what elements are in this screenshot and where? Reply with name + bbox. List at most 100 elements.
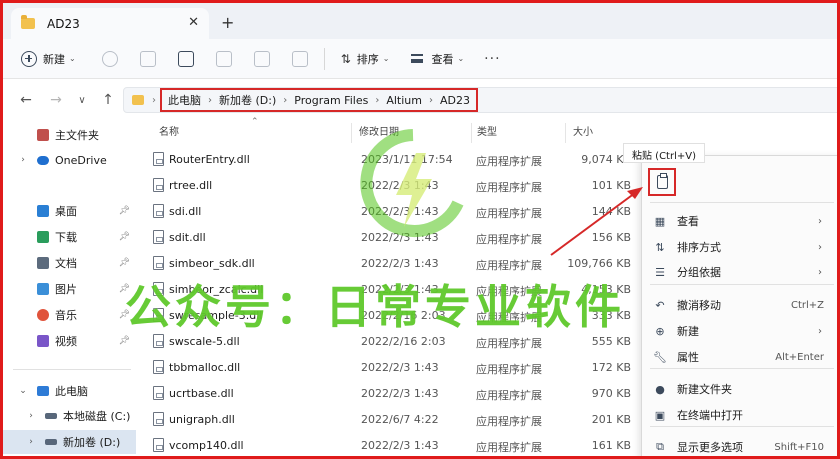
pin-icon[interactable]: 📌︎ — [119, 206, 130, 216]
chevron-down-icon: ⌄ — [69, 54, 76, 63]
copy-icon[interactable] — [139, 50, 156, 67]
forward-button[interactable]: → — [45, 92, 67, 108]
breadcrumb-item[interactable]: Program Files — [294, 94, 368, 107]
breadcrumb-item[interactable]: Altium — [386, 94, 422, 107]
menu-item-label: 属性 — [677, 351, 699, 364]
pin-icon[interactable]: 📌︎ — [119, 258, 130, 268]
computer-icon — [37, 386, 49, 396]
chevron-right-icon[interactable]: › — [208, 95, 212, 106]
file-type: 应用程序扩展 — [476, 207, 542, 220]
navigation-row: ← → ∨ ↑ › 此电脑 › 新加卷 (D:) › Program Files… — [3, 83, 837, 117]
table-row[interactable]: vcomp140.dll 2022/2/3 1:43 应用程序扩展 161 KB — [143, 433, 637, 456]
sidebar-item-label: 音乐 — [55, 309, 77, 322]
file-modified: 2022/6/7 4:22 — [361, 413, 439, 426]
breadcrumb-item[interactable]: AD23 — [440, 94, 470, 107]
file-size: 109,766 KB — [567, 257, 631, 270]
sidebar-item-onedrive[interactable]: › OneDrive — [3, 148, 136, 172]
back-button[interactable]: ← — [15, 92, 37, 108]
chevron-right-icon[interactable]: › — [23, 437, 39, 447]
tab-ad23[interactable]: AD23 ✕ — [11, 8, 209, 39]
window-frame: AD23 ✕ + 新建 ⌄ ⇅ 排序 ⌄ 查看 ⌄ ··· ← → ∨ ↑ › … — [0, 0, 840, 459]
share-icon[interactable] — [253, 50, 270, 67]
breadcrumb-item[interactable]: 此电脑 — [168, 92, 201, 108]
sidebar-item-this-pc[interactable]: ⌄ 此电脑 — [3, 379, 136, 403]
close-tab-icon[interactable]: ✕ — [188, 15, 199, 30]
column-divider[interactable] — [471, 123, 472, 143]
table-row[interactable]: tbbmalloc.dll 2022/2/3 1:43 应用程序扩展 172 KB — [143, 355, 637, 381]
pin-icon[interactable]: 📌︎ — [119, 336, 130, 346]
sidebar-item-documents[interactable]: 文档 📌︎ — [3, 251, 136, 275]
chevron-right-icon[interactable]: › — [15, 155, 31, 165]
pin-icon[interactable]: 📌︎ — [119, 232, 130, 242]
chevron-down-icon[interactable]: ⌄ — [15, 386, 31, 396]
sidebar-item-drive-c[interactable]: › 本地磁盘 (C:) — [3, 404, 136, 428]
address-bar[interactable]: › 此电脑 › 新加卷 (D:) › Program Files › Altiu… — [123, 87, 837, 113]
sidebar-item-pictures[interactable]: 图片 📌︎ — [3, 277, 136, 301]
recent-locations-button[interactable]: ∨ — [71, 95, 93, 106]
sidebar-divider — [13, 369, 131, 370]
menu-item[interactable]: ⧉ 显示更多选项 Shift+F10 — [642, 434, 837, 456]
more-options-icon: ⧉ — [656, 440, 664, 453]
view-button[interactable]: 查看 ⌄ — [411, 51, 464, 67]
sidebar-item-downloads[interactable]: 下载 📌︎ — [3, 225, 136, 249]
file-size: 156 KB — [591, 231, 631, 244]
file-name: sdit.dll — [169, 231, 206, 244]
chevron-right-icon[interactable]: › — [283, 95, 287, 106]
download-icon — [37, 231, 49, 243]
sidebar-item-home[interactable]: 主文件夹 — [3, 123, 136, 147]
menu-item[interactable]: ⊕ 新建 › — [642, 318, 837, 344]
new-tab-button[interactable]: + — [221, 13, 234, 32]
rename-icon[interactable] — [215, 50, 232, 67]
chevron-right-icon[interactable]: › — [375, 95, 379, 106]
menu-item[interactable]: ● 新建文件夹 — [642, 376, 837, 402]
chevron-right-icon[interactable]: › — [429, 95, 433, 106]
dll-file-icon — [153, 438, 164, 452]
view-icon — [411, 54, 424, 63]
new-button[interactable]: 新建 ⌄ — [21, 50, 76, 67]
sidebar-item-music[interactable]: 音乐 📌︎ — [3, 303, 136, 327]
breadcrumb: 此电脑 › 新加卷 (D:) › Program Files › Altium … — [160, 88, 478, 112]
column-header-size[interactable]: 大小 — [573, 123, 593, 143]
menu-item-label: 撤消移动 — [677, 299, 721, 312]
menu-item[interactable]: ▦ 查看 › — [642, 208, 837, 234]
menu-item-shortcut: Alt+Enter — [775, 351, 824, 363]
grid-icon: ▦ — [654, 214, 666, 228]
menu-item[interactable]: ☰ 分组依据 › — [642, 259, 837, 285]
delete-icon[interactable] — [291, 50, 308, 67]
column-header-name[interactable]: 名称 — [159, 123, 179, 143]
menu-divider — [650, 202, 834, 203]
paste-button[interactable] — [648, 168, 676, 196]
file-name: sdi.dll — [169, 205, 202, 218]
column-divider[interactable] — [351, 123, 352, 143]
menu-item-label: 在终端中打开 — [677, 409, 743, 422]
up-button[interactable]: ↑ — [97, 92, 119, 108]
paste-icon[interactable] — [177, 50, 194, 67]
column-divider[interactable] — [565, 123, 566, 143]
sort-label: 排序 — [356, 52, 379, 66]
table-row[interactable]: unigraph.dll 2022/6/7 4:22 应用程序扩展 201 KB — [143, 407, 637, 433]
sidebar-item-drive-d[interactable]: › 新加卷 (D:) — [3, 430, 136, 454]
dll-file-icon — [153, 230, 164, 244]
more-options-button[interactable]: ··· — [484, 51, 500, 67]
chevron-right-icon: › — [818, 241, 822, 253]
cut-icon[interactable] — [101, 50, 118, 67]
file-name: tbbmalloc.dll — [169, 361, 241, 374]
file-type: 应用程序扩展 — [476, 415, 542, 428]
file-modified: 2022/2/3 1:43 — [361, 361, 439, 374]
sidebar-item-desktop[interactable]: 桌面 📌︎ — [3, 199, 136, 223]
chevron-right-icon[interactable]: › — [23, 411, 39, 421]
menu-item[interactable]: ▣ 在终端中打开 — [642, 402, 837, 428]
menu-item[interactable]: ↶ 撤消移动 Ctrl+Z — [642, 292, 837, 318]
menu-item[interactable]: 🔧︎ 属性 Alt+Enter — [642, 344, 837, 370]
column-header-type[interactable]: 类型 — [477, 123, 497, 143]
sidebar-item-videos[interactable]: 视频 📌︎ — [3, 329, 136, 353]
menu-item[interactable]: ⇅ 排序方式 › — [642, 234, 837, 260]
watermark-text: 公众号：日常专业软件 — [125, 280, 625, 334]
table-row[interactable]: ucrtbase.dll 2022/2/3 1:43 应用程序扩展 970 KB — [143, 381, 637, 407]
paste-tooltip: 粘贴 (Ctrl+V) — [623, 143, 705, 163]
desktop-icon — [37, 205, 49, 217]
sort-button[interactable]: ⇅ 排序 ⌄ — [341, 51, 390, 67]
menu-item-label: 新建 — [677, 325, 699, 338]
breadcrumb-item[interactable]: 新加卷 (D:) — [219, 92, 276, 108]
file-name: RouterEntry.dll — [169, 153, 250, 166]
